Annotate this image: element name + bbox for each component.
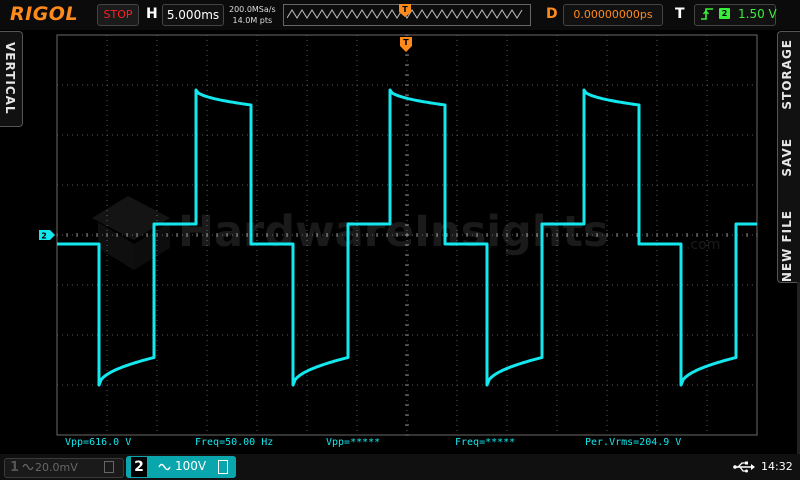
ch2-ac-coupling-icon [158, 463, 171, 470]
channel-2-scale: 100V [175, 459, 207, 473]
watermark-text: HardwareInsights [178, 207, 609, 257]
ch1-bandwidth-limit-icon [104, 461, 114, 473]
channel-1-number: 1 [10, 460, 20, 475]
measurement-vpp-ch2: Vpp=616.0 V [65, 437, 132, 448]
channel-1-scale: 20.0mV [35, 461, 78, 474]
waveform-display[interactable]: HardwareInsights .com T 2 [0, 0, 800, 480]
ch1-ac-coupling-icon [22, 463, 34, 471]
watermark-suffix: .com [686, 237, 720, 253]
channel-2-offset-marker[interactable]: 2 [39, 230, 55, 241]
channel-2-scale-line: 100V [158, 459, 206, 473]
watermark: HardwareInsights .com [92, 196, 720, 270]
usb-icon [733, 461, 755, 473]
channel-2-number: 2 [131, 457, 147, 477]
measurement-freq-ch2: Freq=50.00 Hz [195, 437, 274, 448]
system-clock: 14:32 [761, 460, 793, 473]
trigger-position-marker[interactable]: T [400, 37, 412, 52]
channel-marker-number: 2 [41, 232, 47, 241]
ch2-bandwidth-limit-icon [218, 460, 228, 474]
trigger-marker-letter: T [403, 38, 409, 47]
measurement-freq-empty: Freq=***** [455, 437, 516, 448]
measurement-vrms: Per.Vrms=204.9 V [585, 437, 682, 448]
measurement-vpp-empty: Vpp=***** [326, 437, 381, 448]
